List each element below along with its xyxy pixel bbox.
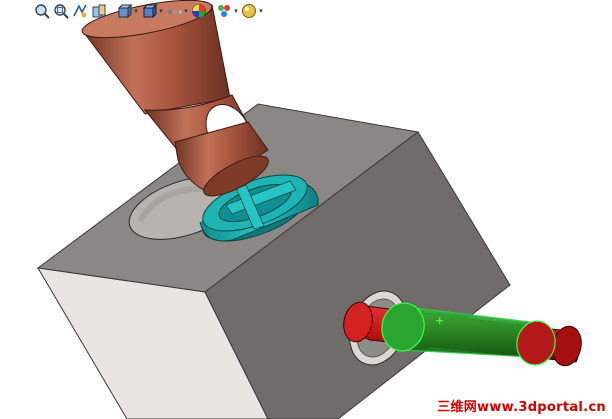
block-body[interactable]: [36, 103, 511, 419]
graphics-viewport[interactable]: +: [0, 0, 612, 419]
hide-show-items-icon: [167, 10, 181, 14]
apply-scene-icon: [217, 5, 230, 17]
section-view-button[interactable]: [89, 1, 108, 21]
zoom-to-fit-button[interactable]: [32, 1, 51, 21]
zoom-to-fit-icon: [34, 4, 50, 19]
view-orientation-icon: [117, 3, 132, 19]
view-settings-button[interactable]: [239, 1, 258, 21]
view-toolbar: ▾ ▾ ▾ ▾ ▾ ▾: [32, 0, 264, 22]
edit-appearance-icon: [191, 4, 206, 18]
apply-scene-button[interactable]: [214, 1, 233, 21]
chevron-down-icon[interactable]: ▾: [258, 1, 264, 21]
display-style-button[interactable]: [139, 1, 158, 21]
view-settings-icon: [241, 4, 256, 18]
previous-view-button[interactable]: [70, 1, 89, 21]
previous-view-icon: [72, 4, 87, 18]
watermark-text: 三维网www.3dportal.cn: [437, 400, 606, 415]
edit-appearance-button[interactable]: [189, 1, 208, 21]
display-style-icon: [142, 3, 157, 19]
hide-show-items-button[interactable]: [164, 1, 183, 21]
section-view-icon: [92, 4, 105, 18]
zoom-to-area-icon: [53, 4, 69, 19]
selection-origin-marker: +: [435, 314, 444, 327]
zoom-to-area-button[interactable]: [51, 1, 70, 21]
view-orientation-button[interactable]: [114, 1, 133, 21]
